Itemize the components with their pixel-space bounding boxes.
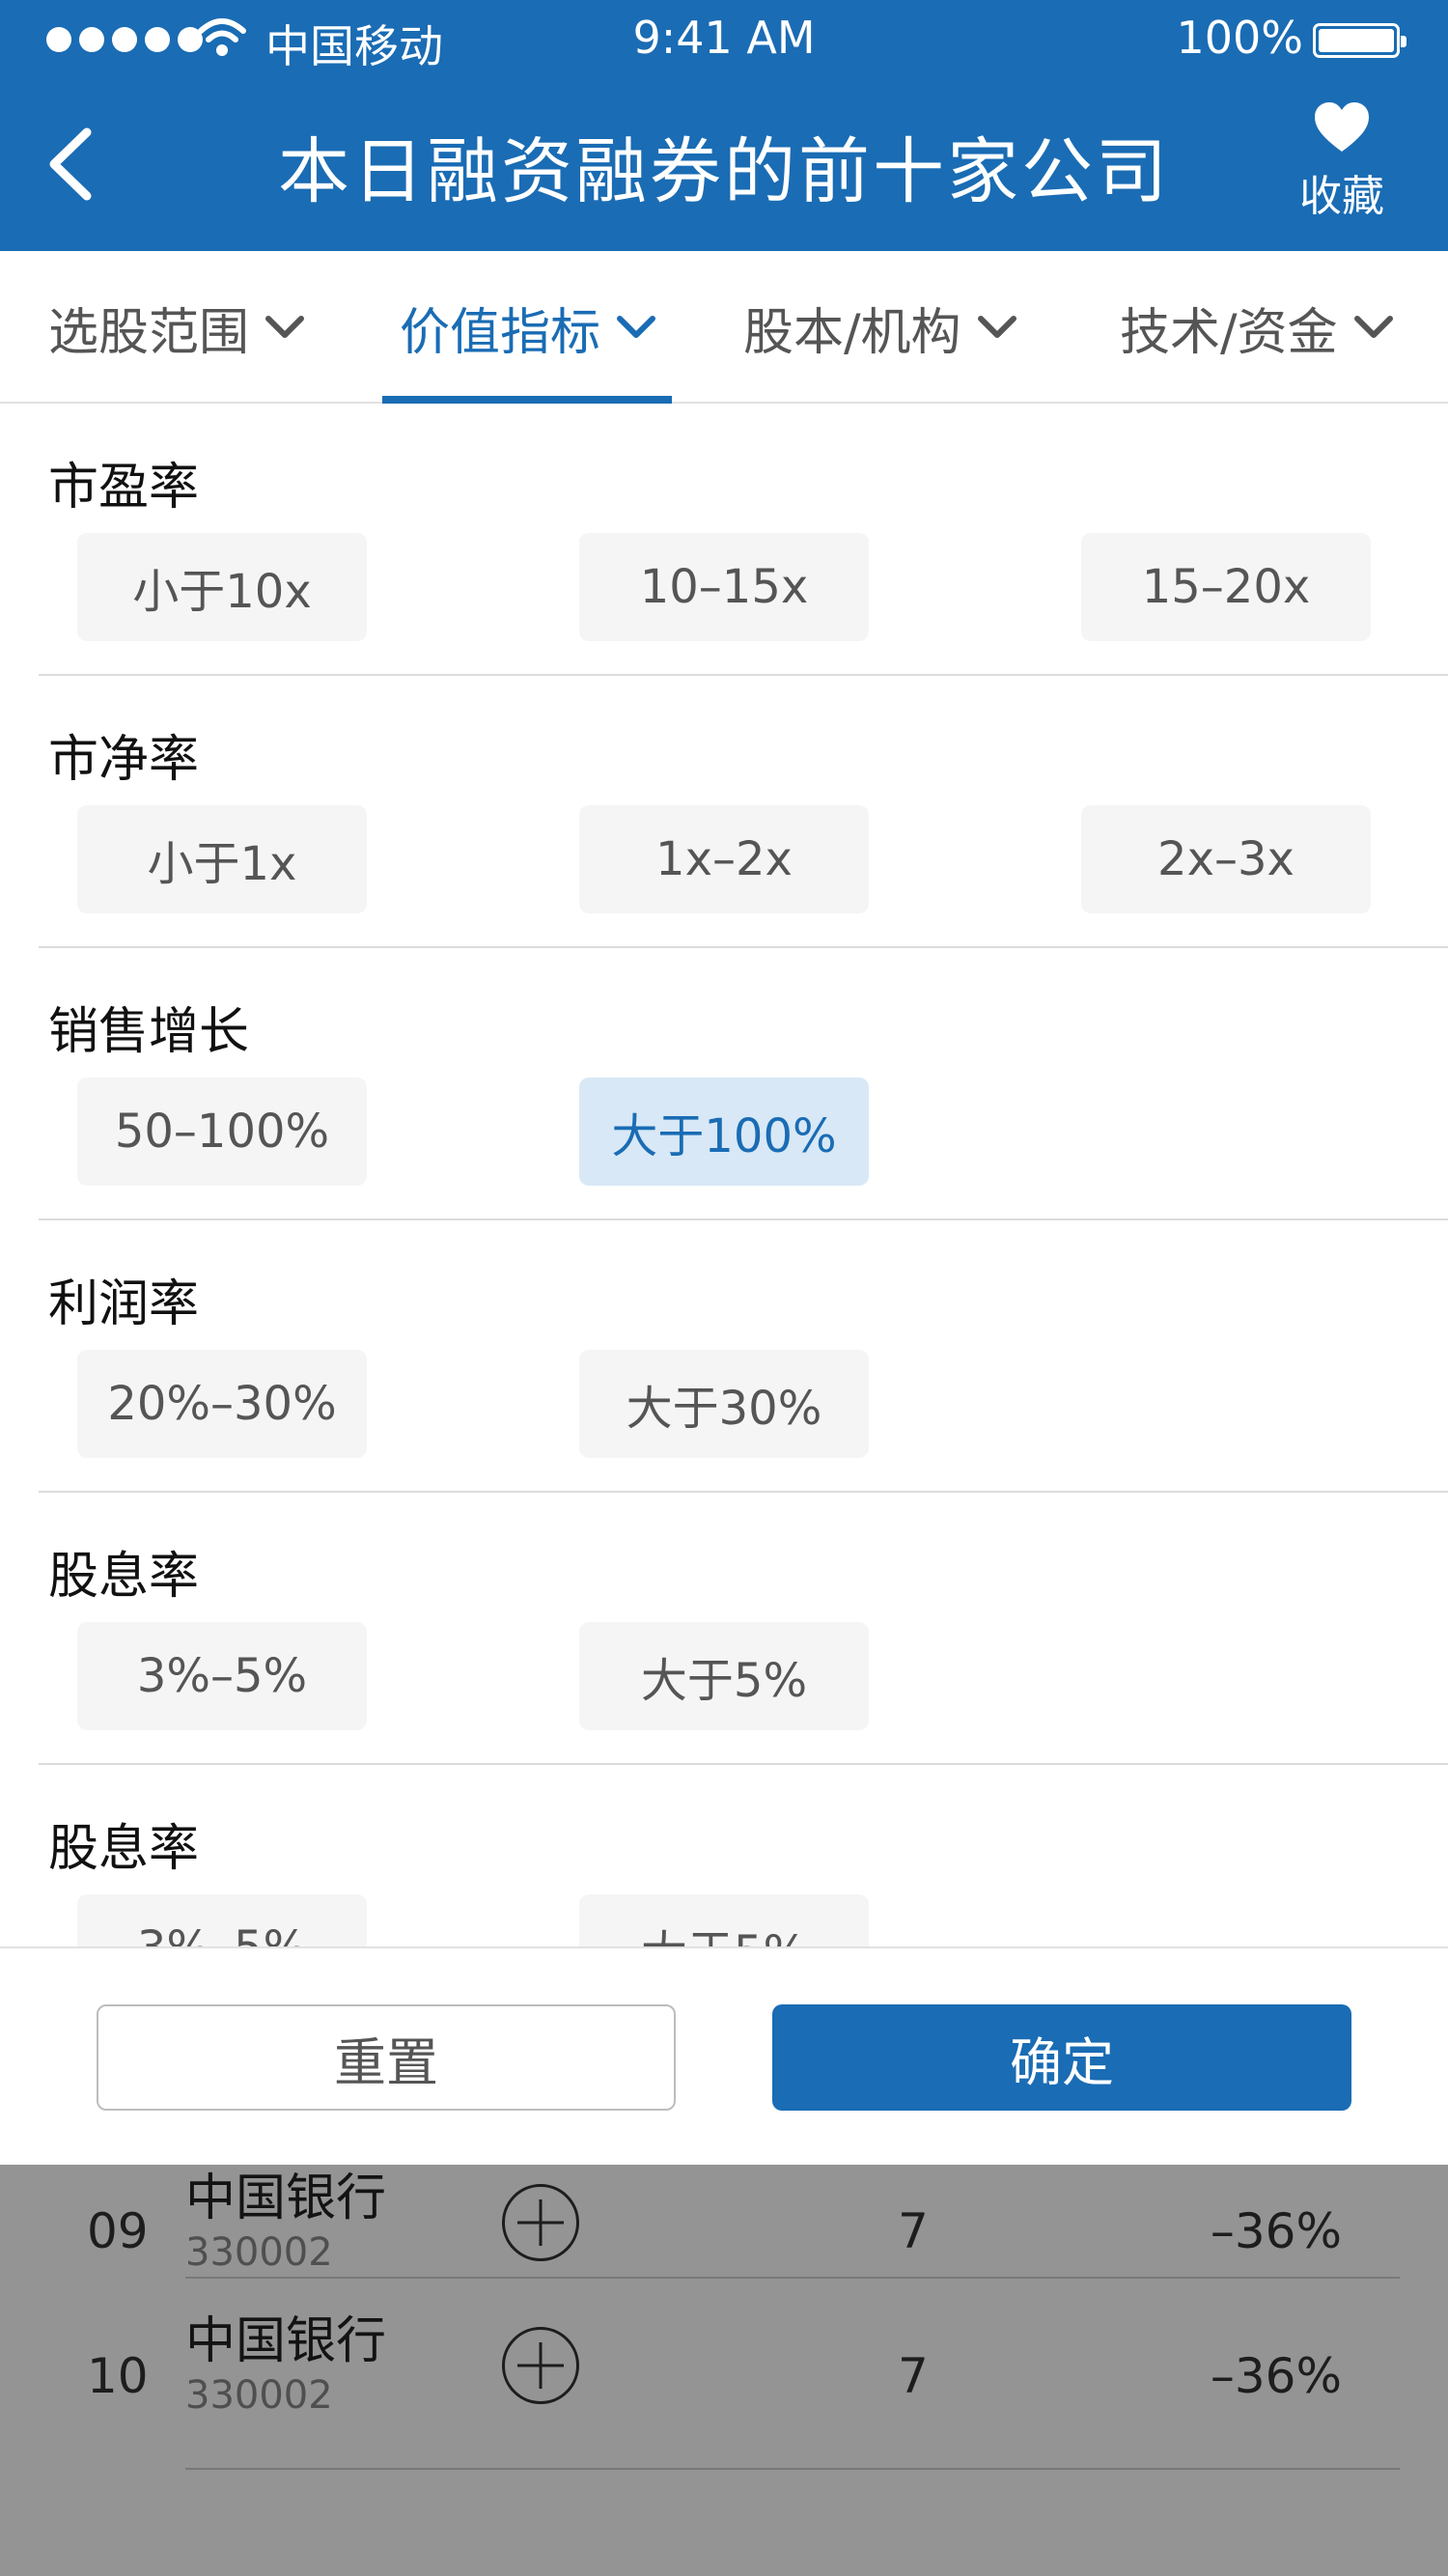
- filter-chip[interactable]: 15–20x: [1081, 533, 1371, 641]
- filter-chip[interactable]: 3%–5%: [77, 1894, 367, 1946]
- tab-label: 技术/资金: [1120, 303, 1338, 362]
- tab-label: 价值指标: [400, 303, 601, 362]
- row-index: 09: [87, 2203, 149, 2259]
- chevron-down-icon: [977, 316, 1016, 338]
- stock-code: 330002: [185, 2230, 333, 2275]
- battery-icon: [1313, 23, 1406, 58]
- filter-chip[interactable]: 小于10x: [77, 533, 367, 641]
- favorite-label: 收藏: [1299, 172, 1384, 221]
- tab-technical-funds[interactable]: 技术/资金: [1120, 251, 1394, 404]
- row-index: 10: [87, 2348, 149, 2404]
- filter-section-pb: 市净率 小于1x 1x–2x 2x–3x: [0, 676, 1448, 948]
- filter-tabbar: 选股范围 价值指标 股本/机构 技术/资金: [0, 251, 1448, 404]
- section-title: 利润率: [48, 1275, 200, 1333]
- filter-chip[interactable]: 2x–3x: [1081, 805, 1371, 913]
- section-title: 股息率: [48, 1548, 200, 1606]
- filter-panel[interactable]: 市盈率 小于10x 10–15x 15–20x 市净率 小于1x 1x–2x 2…: [0, 404, 1448, 1946]
- add-stock-icon[interactable]: [502, 2184, 579, 2261]
- confirm-button[interactable]: 确定: [772, 2004, 1351, 2111]
- stock-volume: 7: [898, 2203, 929, 2259]
- filter-chip[interactable]: 10–15x: [579, 533, 869, 641]
- stock-name: 中国银行: [185, 2312, 387, 2370]
- filter-chip[interactable]: 大于5%: [579, 1622, 869, 1730]
- status-bar: 中国移动 9:41 AM 100%: [0, 0, 1448, 77]
- stock-change: –36%: [1210, 2348, 1342, 2404]
- tab-label: 股本/机构: [743, 303, 961, 362]
- filter-section-profit-margin: 利润率 20%–30% 大于30%: [0, 1220, 1448, 1493]
- stock-code: 330002: [185, 2373, 333, 2418]
- app-header: 中国移动 9:41 AM 100% 本日融资融券的前十家公司 收藏: [0, 0, 1448, 251]
- filter-chip[interactable]: 小于1x: [77, 805, 367, 913]
- stock-name: 中国银行: [185, 2170, 387, 2227]
- chevron-down-icon: [1353, 316, 1393, 338]
- table-row[interactable]: 09 中国银行 330002 7 –36%: [48, 2165, 1400, 2279]
- divider: [185, 2468, 1400, 2470]
- section-title: 销售增长: [48, 1003, 250, 1061]
- active-tab-indicator: [382, 396, 672, 404]
- table-row[interactable]: 10 中国银行 330002 7 –36%: [48, 2279, 1400, 2470]
- filter-chip[interactable]: 50–100%: [77, 1078, 367, 1186]
- filter-chip[interactable]: 20%–30%: [77, 1350, 367, 1458]
- filter-chip-selected[interactable]: 大于100%: [579, 1078, 869, 1186]
- filter-chip[interactable]: 大于30%: [579, 1350, 869, 1458]
- tab-stock-range[interactable]: 选股范围: [48, 251, 305, 404]
- filter-action-bar: 重置 确定: [0, 1946, 1448, 2165]
- stock-change: –36%: [1210, 2203, 1342, 2259]
- filter-chip[interactable]: 大于5%: [579, 1894, 869, 1946]
- heart-icon: [1315, 102, 1369, 152]
- favorite-button[interactable]: 收藏: [1274, 101, 1409, 223]
- section-title: 市净率: [48, 731, 200, 789]
- section-title: 市盈率: [48, 459, 200, 517]
- filter-chip[interactable]: 3%–5%: [77, 1622, 367, 1730]
- battery-percent: 100%: [1176, 12, 1303, 64]
- page-title: 本日融资融券的前十家公司: [278, 130, 1170, 213]
- filter-section-sales-growth: 销售增长 50–100% 大于100%: [0, 948, 1448, 1220]
- filter-section-dividend-yield-2: 股息率 3%–5% 大于5%: [0, 1765, 1448, 1946]
- tab-value-metrics[interactable]: 价值指标: [400, 251, 656, 404]
- filter-section-dividend-yield: 股息率 3%–5% 大于5%: [0, 1493, 1448, 1765]
- section-title: 股息率: [48, 1820, 200, 1878]
- stock-list-underlay: 09 中国银行 330002 7 –36% 10 中国银行 330002 7 –…: [0, 2165, 1448, 2576]
- filter-chip[interactable]: 1x–2x: [579, 805, 869, 913]
- reset-button[interactable]: 重置: [97, 2004, 676, 2111]
- chevron-down-icon: [617, 316, 656, 338]
- tab-label: 选股范围: [48, 303, 250, 362]
- tab-equity-institution[interactable]: 股本/机构: [743, 251, 1017, 404]
- chevron-down-icon: [265, 316, 305, 338]
- add-stock-icon[interactable]: [502, 2327, 579, 2404]
- stock-volume: 7: [898, 2348, 929, 2404]
- filter-section-pe: 市盈率 小于10x 10–15x 15–20x: [0, 404, 1448, 676]
